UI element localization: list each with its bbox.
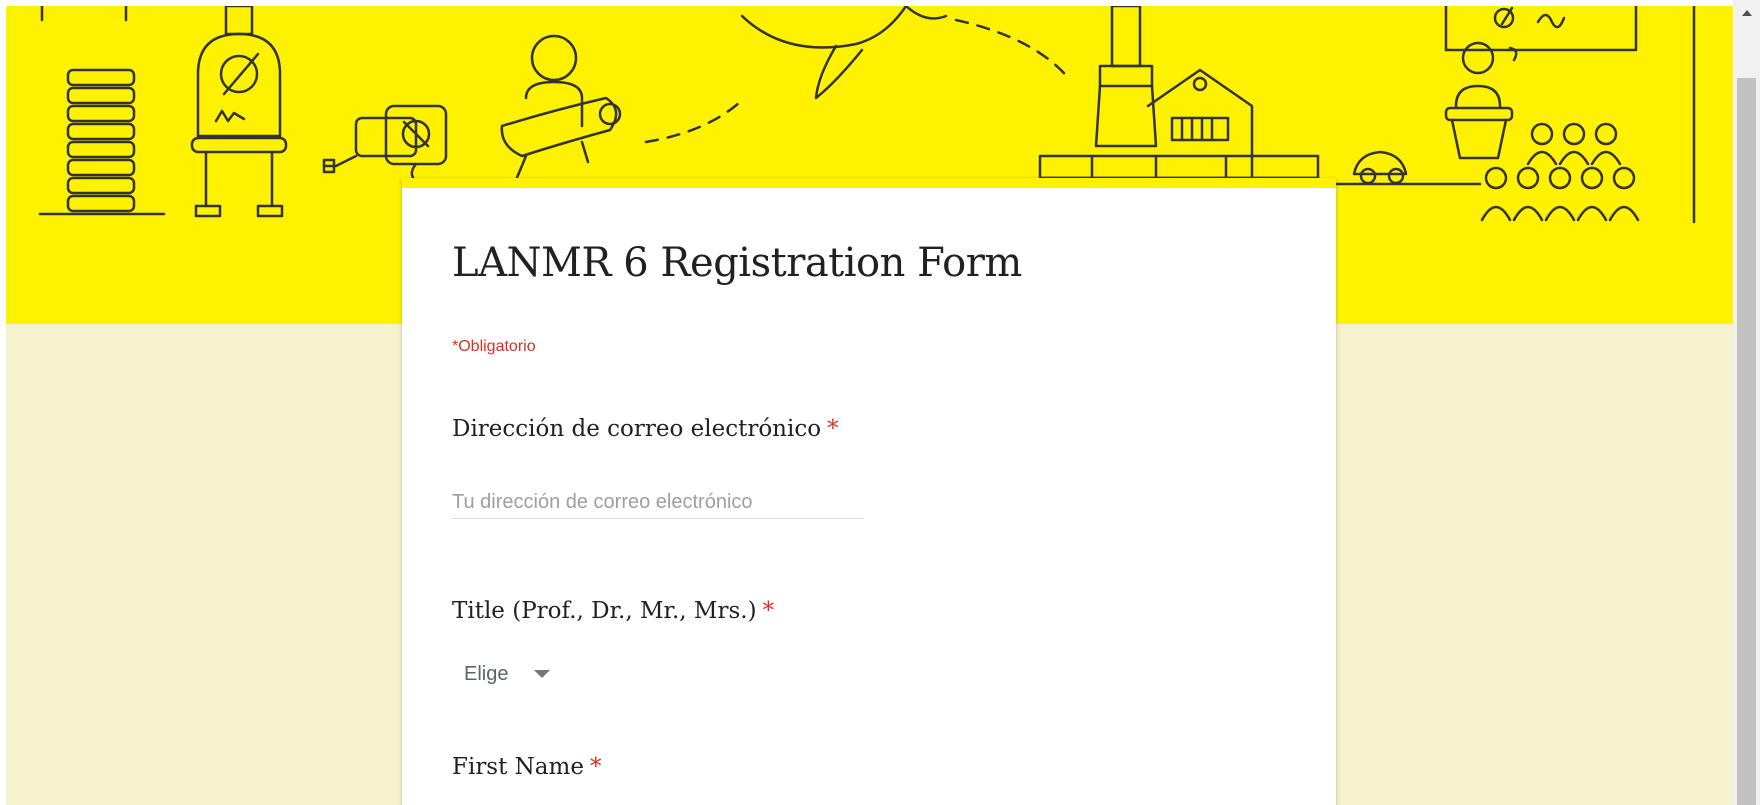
question-label-text: Dirección de correo electrónico (452, 416, 822, 442)
title-dropdown[interactable]: Elige (464, 656, 551, 692)
browser-viewport: LANMR 6 Registration Form *Obligatorio D… (0, 0, 1760, 805)
email-field[interactable] (452, 486, 864, 519)
lab-instrument-icon (190, 6, 288, 218)
person-with-map-icon (500, 34, 622, 182)
required-asterisk: * (762, 598, 775, 624)
required-note: *Obligatorio (452, 338, 536, 355)
vertical-scrollbar[interactable] (1733, 0, 1760, 805)
first-name-question-label: First Name * (452, 754, 601, 780)
form-title: LANMR 6 Registration Form (452, 240, 1022, 286)
title-dropdown-value: Elige (464, 662, 509, 685)
arrow-up-icon[interactable] (1742, 10, 1752, 16)
scrollbar-thumb[interactable] (1737, 78, 1756, 805)
chevron-down-icon (534, 670, 551, 678)
car-icon (1314, 150, 1482, 186)
required-asterisk: * (589, 754, 602, 780)
email-question-label: Dirección de correo electrónico * (452, 416, 839, 442)
question-label-text: First Name (452, 754, 584, 780)
form-card: LANMR 6 Registration Form *Obligatorio D… (402, 178, 1336, 805)
title-question-label: Title (Prof., Dr., Mr., Mrs.) * (452, 598, 774, 624)
books-icon (38, 68, 166, 216)
factory-icon (1038, 6, 1320, 180)
meter-device-icon (322, 104, 448, 186)
required-asterisk: * (827, 416, 839, 442)
airplane-icon (740, 6, 948, 100)
question-label-text: Title (Prof., Dr., Mr., Mrs.) (452, 598, 757, 624)
lecture-audience-icon (1444, 6, 1696, 224)
